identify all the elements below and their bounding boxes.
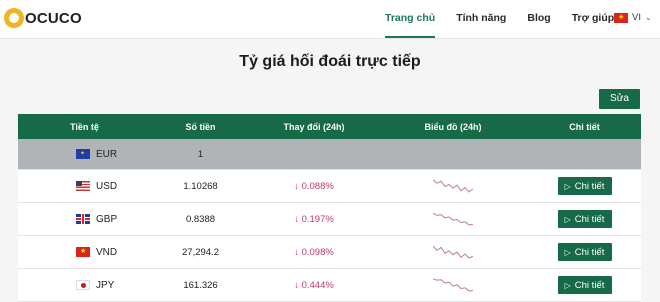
language-selector[interactable]: VI ⌄ [614, 12, 652, 23]
header-amount: Số tiền [185, 121, 216, 132]
header-currency: Tiền tệ [70, 121, 99, 132]
nav-item-features[interactable]: Tính năng [456, 0, 506, 38]
send-icon: ▷ [564, 280, 571, 290]
detail-cell: ▷ Chi tiết [528, 177, 641, 195]
detail-label: Chi tiết [574, 213, 605, 225]
sparkline-line [433, 278, 473, 292]
us-flag-icon [76, 181, 90, 191]
currency-cell: VND [18, 247, 151, 258]
header-change: Thay đổi (24h) [283, 121, 345, 132]
currency-code: EUR [96, 148, 118, 160]
currency-code: GBP [96, 213, 118, 225]
currency-code: USD [96, 180, 118, 192]
amount-cell: 1.10268 [183, 180, 218, 192]
language-label: VI [632, 12, 641, 23]
detail-label: Chi tiết [574, 246, 605, 258]
eu-flag-icon [76, 149, 90, 159]
detail-button-jpy[interactable]: ▷ Chi tiết [557, 276, 612, 294]
jp-flag-icon [76, 280, 90, 290]
table-header: Tiền tệ Số tiền Thay đổi (24h) Biểu đồ (… [18, 114, 641, 139]
detail-cell: ▷ Chi tiết [528, 243, 641, 261]
nav-item-home[interactable]: Trang chủ [385, 0, 436, 38]
detail-cell: ▷ Chi tiết [528, 276, 641, 294]
exchange-rate-table: Tiền tệ Số tiền Thay đổi (24h) Biểu đồ (… [18, 114, 641, 302]
currency-cell: USD [18, 181, 151, 192]
detail-button-vnd[interactable]: ▷ Chi tiết [557, 243, 612, 261]
change-cell: ↓ 0.088% [294, 180, 334, 192]
send-icon: ▷ [564, 247, 571, 257]
change-cell: ↓ 0.098% [294, 246, 334, 258]
logo[interactable]: OCUCO [4, 7, 82, 29]
chevron-down-icon: ⌄ [644, 13, 652, 22]
detail-button-usd[interactable]: ▷ Chi tiết [557, 177, 612, 195]
detail-cell: ▷ Chi tiết [528, 210, 641, 228]
header-detail: Chi tiết [569, 121, 600, 132]
table-row-usd: USD 1.10268 ↓ 0.088% ▷ Chi tiết [18, 170, 641, 203]
table-row-jpy: JPY 161.326 ↓ 0.444% ▷ Chi tiết [18, 269, 641, 302]
chart-cell [378, 178, 528, 194]
main-nav: Trang chủ Tính năng Blog Trợ giúp [385, 0, 635, 38]
edit-button[interactable]: Sửa [599, 89, 640, 109]
chart-cell [378, 211, 528, 227]
amount-cell: 1 [197, 148, 204, 160]
sparkline-chart [433, 245, 473, 259]
vn-flag-icon [614, 12, 628, 23]
detail-button-gbp[interactable]: ▷ Chi tiết [557, 210, 612, 228]
sparkline-chart [433, 212, 473, 226]
logo-text: OCUCO [25, 9, 82, 27]
sparkline-line [433, 179, 473, 193]
chart-cell [378, 277, 528, 293]
detail-label: Chi tiết [574, 279, 605, 291]
send-icon: ▷ [564, 214, 571, 224]
change-cell: ↓ 0.197% [294, 213, 334, 225]
vn-flag-icon [76, 247, 90, 257]
send-icon: ▷ [564, 181, 571, 191]
currency-code: JPY [96, 279, 115, 291]
currency-cell: GBP [18, 214, 151, 225]
currency-cell: JPY [18, 280, 151, 291]
amount-cell: 161.326 [183, 279, 218, 291]
amount-cell: 27,294.2 [182, 246, 219, 258]
currency-cell: EUR [18, 149, 151, 160]
page-title: Tỷ giá hối đoái trực tiếp [239, 53, 421, 70]
sparkline-line [433, 245, 473, 259]
top-header: OCUCO Trang chủ Tính năng Blog Trợ giúp … [0, 0, 660, 39]
currency-code: VND [96, 246, 118, 258]
sparkline-chart [433, 278, 473, 292]
header-chart: Biểu đồ (24h) [424, 121, 482, 132]
amount-cell: 0.8388 [185, 213, 216, 225]
chart-cell [378, 244, 528, 260]
change-cell: ↓ 0.444% [294, 279, 334, 291]
sparkline-line [433, 212, 473, 226]
gb-flag-icon [76, 214, 90, 224]
nav-item-help[interactable]: Trợ giúp [572, 0, 614, 38]
table-row-vnd: VND 27,294.2 ↓ 0.098% ▷ Chi tiết [18, 236, 641, 269]
table-row-gbp: GBP 0.8388 ↓ 0.197% ▷ Chi tiết [18, 203, 641, 236]
logo-icon [4, 8, 24, 28]
detail-label: Chi tiết [574, 180, 605, 192]
nav-item-blog[interactable]: Blog [527, 0, 550, 38]
table-row-eur: EUR 1 [18, 139, 641, 170]
sparkline-chart [433, 179, 473, 193]
